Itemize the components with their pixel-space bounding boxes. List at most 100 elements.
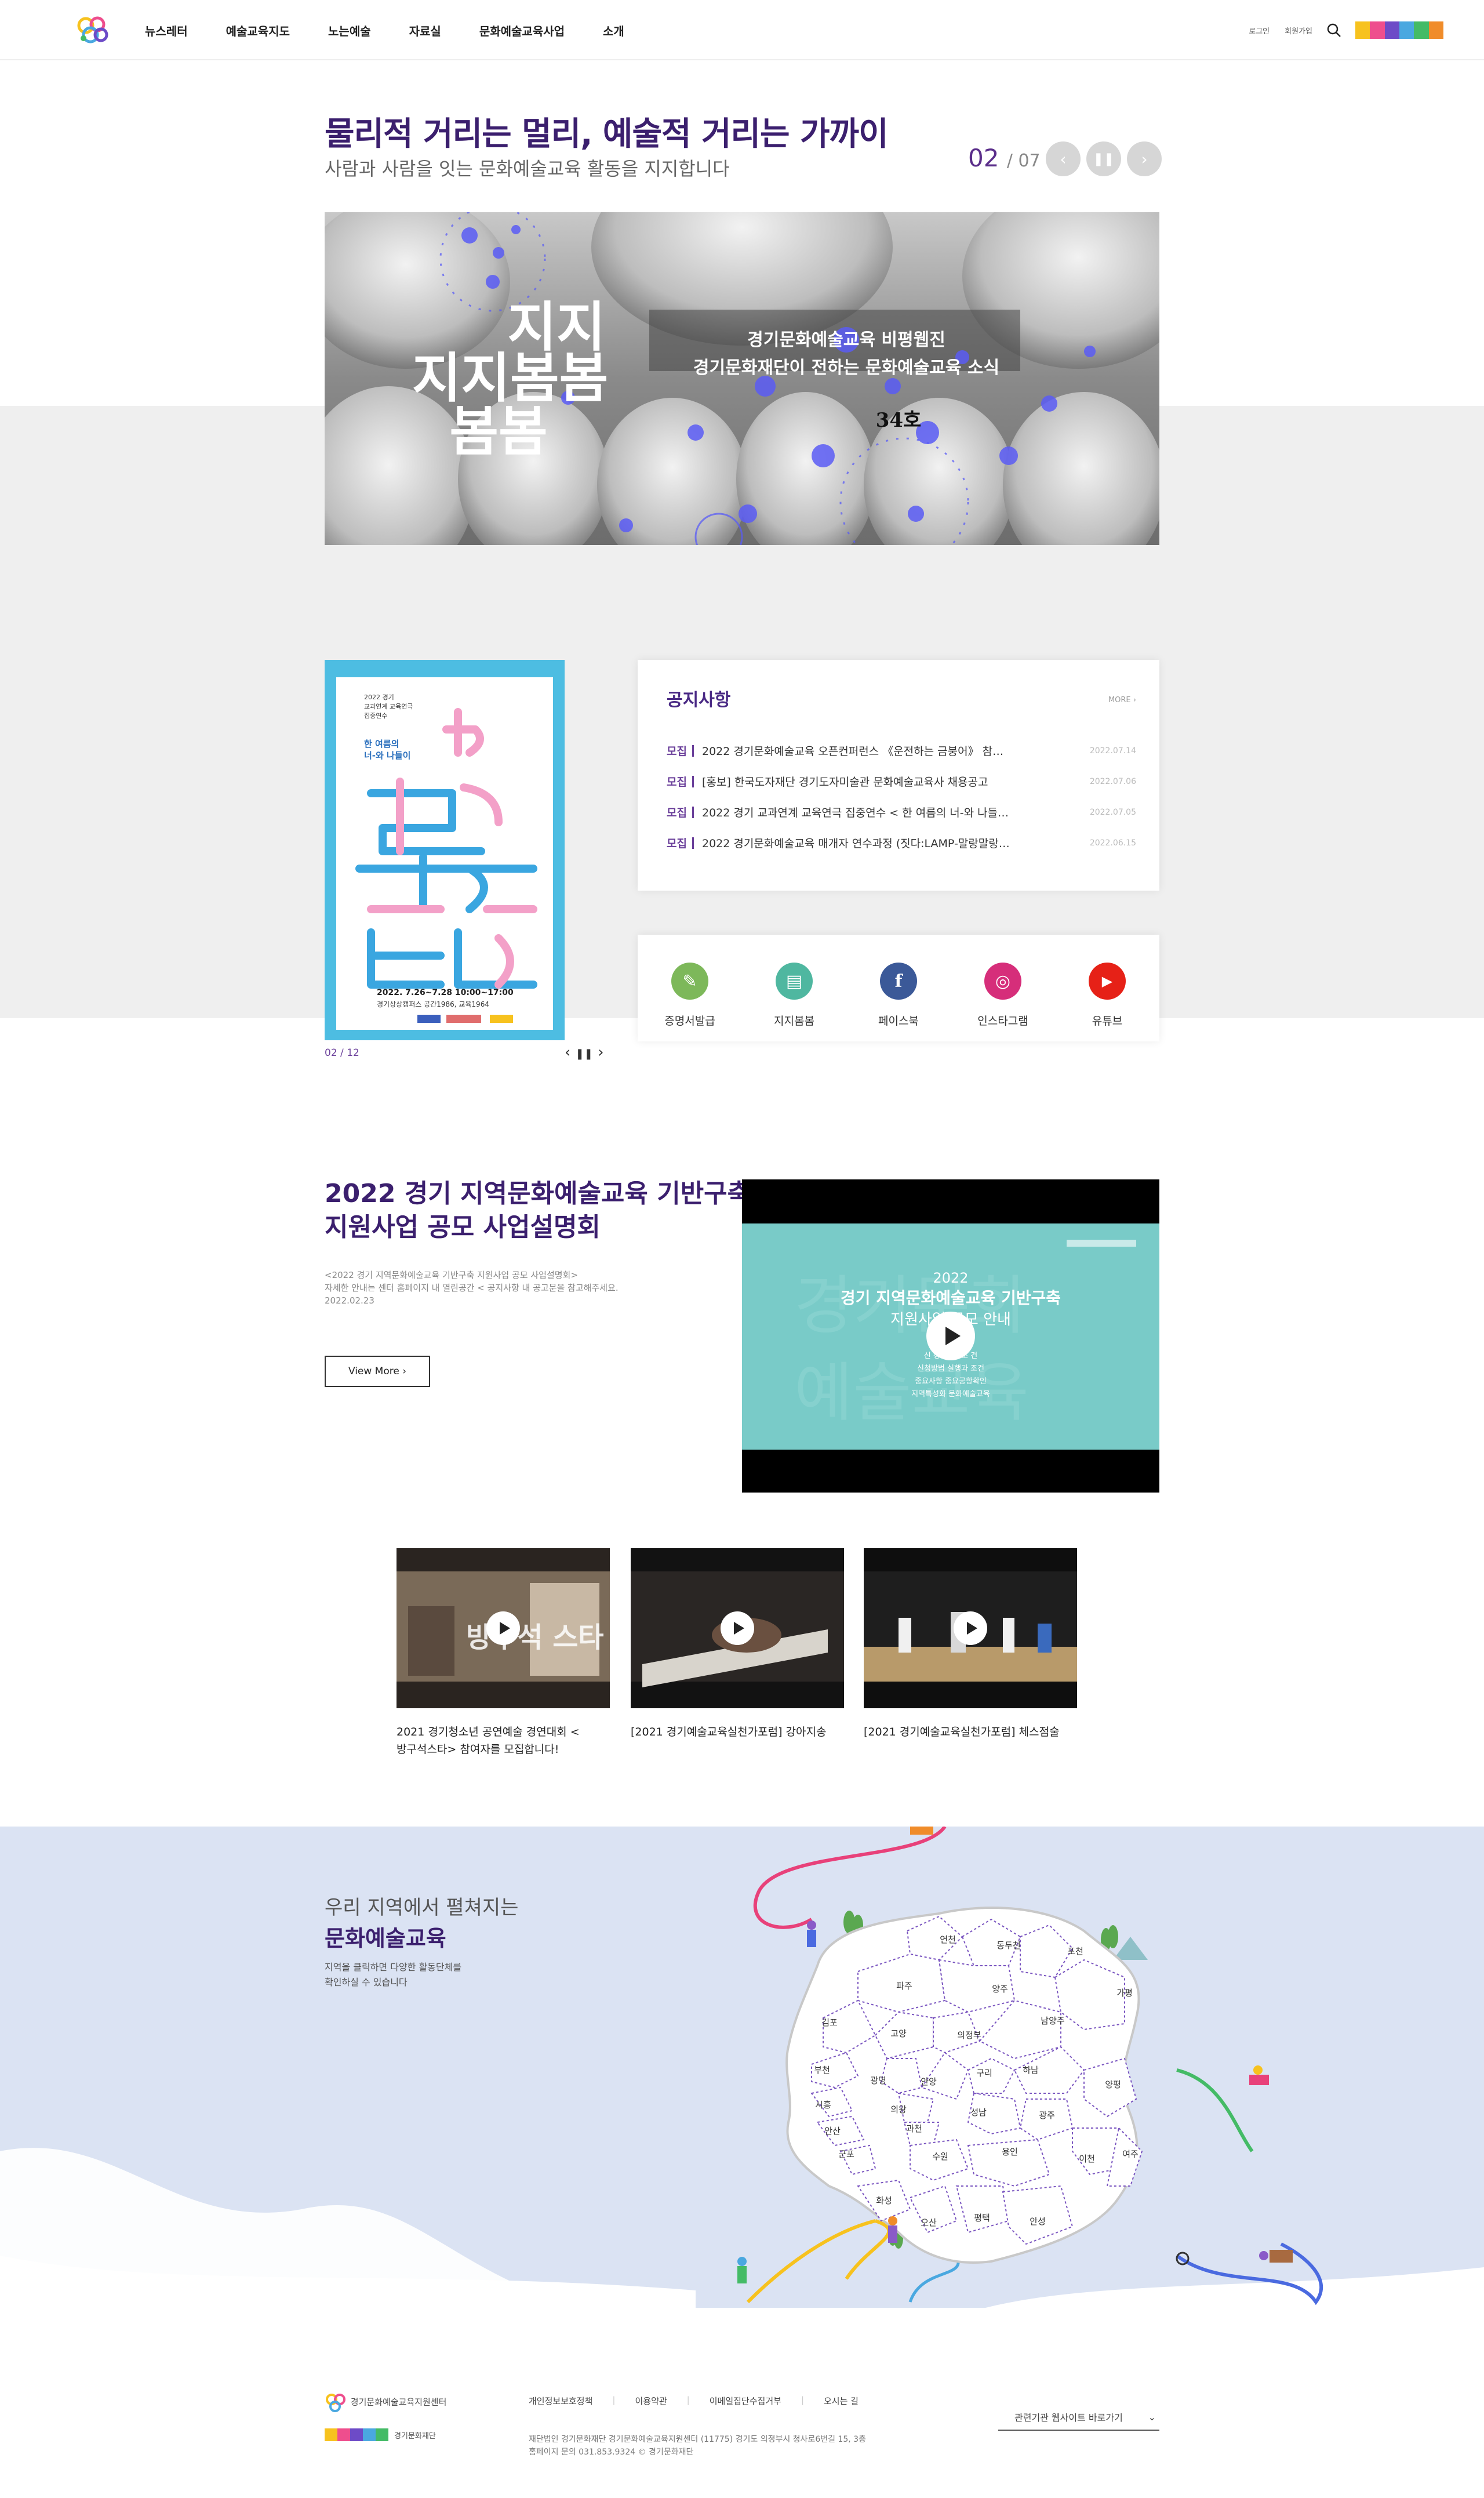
notice-tag: 모집 — [667, 837, 687, 850]
video-title: 2022 경기 지역문화예술교육 기반구축 지원사업 공모 사업설명회 — [325, 1177, 751, 1244]
video-thumb-3[interactable] — [864, 1548, 1077, 1708]
quick-link-certificate[interactable]: ✎ 증명서발급 — [649, 963, 730, 1041]
featured-poster[interactable]: 2022 경기 교과연계 교육연극 집중연수 한 여름의 너-와 나들이 한 여… — [325, 660, 565, 1040]
footer-address-line2: 홈페이지 문의 031.853.9324 © 경기문화재단 — [529, 2448, 694, 2457]
notice-more-label: MORE — [1108, 696, 1131, 705]
poster-pause-icon[interactable]: ❚❚ — [576, 1048, 593, 1060]
notice-text: 2022 경기문화예술교육 오픈컨퍼런스 《운전하는 금붕어》 참… — [702, 745, 1004, 758]
footer-foundation-logo[interactable]: 경기문화재단 — [325, 2428, 436, 2441]
notice-item[interactable]: 모집 2022 경기문화예술교육 매개자 연수과정 (짓다:LAMP-말랑말랑…… — [667, 827, 1136, 858]
view-more-button[interactable]: View More › — [325, 1356, 430, 1387]
region-label: 화성 — [876, 2195, 892, 2206]
play-icon — [945, 1327, 961, 1345]
footer-link-email-refusal[interactable]: 이메일집단수집거부 — [710, 2395, 781, 2407]
main-video-player[interactable]: 경기문화 예술교육 2022 경기 지역문화예술교육 기반구축 지원사업 공모 … — [742, 1179, 1159, 1493]
play-button[interactable] — [721, 1611, 754, 1645]
play-icon — [499, 1622, 510, 1635]
banner-line1: 경기문화예술교육 비평웹진 — [747, 330, 945, 350]
quick-link-label: 유튜브 — [1092, 1015, 1123, 1027]
poster-prev-icon[interactable]: ‹ — [565, 1044, 570, 1061]
quick-link-facebook[interactable]: f 페이스북 — [858, 963, 939, 1041]
video-thumb-1[interactable]: 방구석 스타 — [397, 1548, 610, 1708]
util-menu: 로그인 회원가입 — [1234, 0, 1443, 60]
hero-title: 물리적 거리는 멀리, 예술적 거리는 가까이 — [325, 115, 889, 153]
video-thumb-3-caption[interactable]: [2021 경기예술교육실천가포럼] 체스점술 — [864, 1723, 1077, 1741]
rainbow-logo — [325, 2428, 388, 2441]
banner-big3: 봄봄 — [449, 401, 547, 463]
notice-more-link[interactable]: MORE › — [1108, 696, 1136, 705]
play-icon — [966, 1622, 977, 1635]
play-button[interactable] — [954, 1611, 987, 1645]
ribbon-decoration — [908, 2254, 960, 2303]
footer-address-line1: 재단법인 경기문화재단 경기문화예술교육지원센터 (11775) 경기도 의정부… — [529, 2435, 866, 2444]
notice-tag: 모집 — [667, 745, 687, 758]
notice-item[interactable]: 모집 2022 경기 교과연계 교육연극 집중연수 < 한 여름의 너-와 나들… — [667, 797, 1136, 827]
map-desc-line1: 지역을 클릭하면 다양한 활동단체를 — [325, 1962, 462, 1973]
hero-subtitle: 사람과 사람을 잇는 문화예술교육 활동을 지지합니다 — [325, 158, 730, 180]
nav-archive[interactable]: 자료실 — [409, 22, 441, 39]
video-thumb-1-caption[interactable]: 2021 경기청소년 공연예술 경연대회 < 방구석스타> 참여자를 모집합니다… — [397, 1723, 610, 1758]
notice-item[interactable]: 모집 2022 경기문화예술교육 오픈컨퍼런스 《운전하는 금붕어》 참… 20… — [667, 735, 1136, 766]
notice-tag: 모집 — [667, 807, 687, 819]
play-icon — [733, 1622, 744, 1635]
family-site-select[interactable]: 관련기관 웹사이트 바로가기 ⌄ — [998, 2404, 1159, 2431]
footer-link-terms[interactable]: 이용약관 — [635, 2395, 667, 2407]
thumb-3-caption-line1: [2021 경기예술교육실천가포럼] 체스점술 — [864, 1726, 1060, 1738]
webzine-icon: ▤ — [776, 963, 813, 1000]
hero-pause-button[interactable]: ❚❚ — [1086, 141, 1121, 176]
ribbon-decoration — [1176, 2068, 1254, 2152]
map-title: 문화예술교육 — [325, 1926, 446, 1951]
thumb-1-caption-line1: 2021 경기청소년 공연예술 경연대회 < — [397, 1726, 580, 1738]
mountain-decoration — [1113, 1937, 1148, 1960]
nav-newsletter[interactable]: 뉴스레터 — [145, 22, 188, 39]
notice-text: 2022 경기문화예술교육 매개자 연수과정 (짓다:LAMP-말랑말랑… — [702, 837, 1010, 850]
region-label: 오산 — [921, 2217, 937, 2228]
hero-pager: 02 / 07 — [968, 144, 1041, 172]
search-icon[interactable] — [1326, 23, 1341, 38]
nav-culture-programs[interactable]: 문화예술교육사업 — [479, 22, 565, 39]
site-logo[interactable] — [75, 15, 111, 45]
hero-banner[interactable]: 지지 지지봄봄 봄봄 경기문화예술교육 비평웹진 경기문화재단이 전하는 문화예… — [325, 212, 1159, 545]
video-screen-title: 경기 지역문화예술교육 기반구축 — [841, 1288, 1061, 1308]
signup-link[interactable]: 회원가입 — [1285, 25, 1312, 36]
poster-next-icon[interactable]: › — [598, 1044, 603, 1061]
map-desc-line2: 확인하실 수 있습니다 — [325, 1977, 408, 1988]
region-label: 가평 — [1116, 1988, 1133, 1998]
nav-about[interactable]: 소개 — [603, 22, 624, 39]
region-label: 용인 — [1002, 2147, 1018, 2157]
footer-logo[interactable]: 경기문화예술교육지원센터 — [325, 2392, 446, 2412]
poster-date: 2022. 7.26~7.28 10:00~17:00 — [377, 988, 514, 997]
notice-item[interactable]: 모집 [홍보] 한국도자재단 경기도자미술관 문화예술교육사 채용공고 2022… — [667, 766, 1136, 797]
banner-artwork: 지지 지지봄봄 봄봄 경기문화예술교육 비평웹진 경기문화재단이 전하는 문화예… — [325, 212, 1159, 545]
region-label: 고양 — [890, 2028, 907, 2039]
video-desc-line2: 자세한 안내는 센터 홈페이지 내 열린공간 < 공지사항 내 공고문을 참고해… — [325, 1283, 619, 1293]
region-label: 수원 — [932, 2151, 948, 2162]
footer-link-privacy[interactable]: 개인정보보호정책 — [529, 2395, 592, 2407]
poster-tagline: 한 여름의 — [364, 739, 399, 749]
play-button[interactable] — [926, 1312, 975, 1360]
video-screen-year: 2022 — [933, 1270, 968, 1286]
quick-link-label: 증명서발급 — [664, 1015, 715, 1027]
quick-link-label: 인스타그램 — [977, 1015, 1028, 1027]
quick-link-instagram[interactable]: ◎ 인스타그램 — [962, 963, 1043, 1041]
region-label: 여주 — [1122, 2149, 1139, 2159]
video-thumb-2-caption[interactable]: [2021 경기예술교육실천가포럼] 강아지송 — [631, 1723, 844, 1741]
poster-small-2: 교과연계 교육연극 — [364, 703, 413, 710]
notice-text: 2022 경기 교과연계 교육연극 집중연수 < 한 여름의 너-와 나들… — [702, 807, 1009, 819]
quick-link-youtube[interactable]: ▶ 유튜브 — [1067, 963, 1148, 1041]
chevron-right-icon: › — [402, 1366, 407, 1377]
nav-playing-art[interactable]: 노는예술 — [328, 22, 371, 39]
nav-art-education-map[interactable]: 예술교육지도 — [226, 22, 290, 39]
poster-controls: ‹ ❚❚ › — [565, 1044, 604, 1061]
region-label: 평택 — [974, 2213, 990, 2223]
play-button[interactable] — [486, 1611, 520, 1645]
foundation-logo[interactable] — [1355, 21, 1443, 39]
hero-next-button[interactable]: › — [1127, 141, 1162, 176]
video-thumb-2[interactable] — [631, 1548, 844, 1708]
quick-link-webzine[interactable]: ▤ 지지봄봄 — [754, 963, 835, 1041]
hero-prev-button[interactable]: ‹ — [1046, 141, 1081, 176]
region-label: 의정부 — [957, 2030, 981, 2040]
footer-link-directions[interactable]: 오시는 길 — [824, 2395, 859, 2407]
footer-address: 재단법인 경기문화재단 경기문화예술교육지원센터 (11775) 경기도 의정부… — [529, 2433, 946, 2459]
login-link[interactable]: 로그인 — [1249, 25, 1270, 36]
